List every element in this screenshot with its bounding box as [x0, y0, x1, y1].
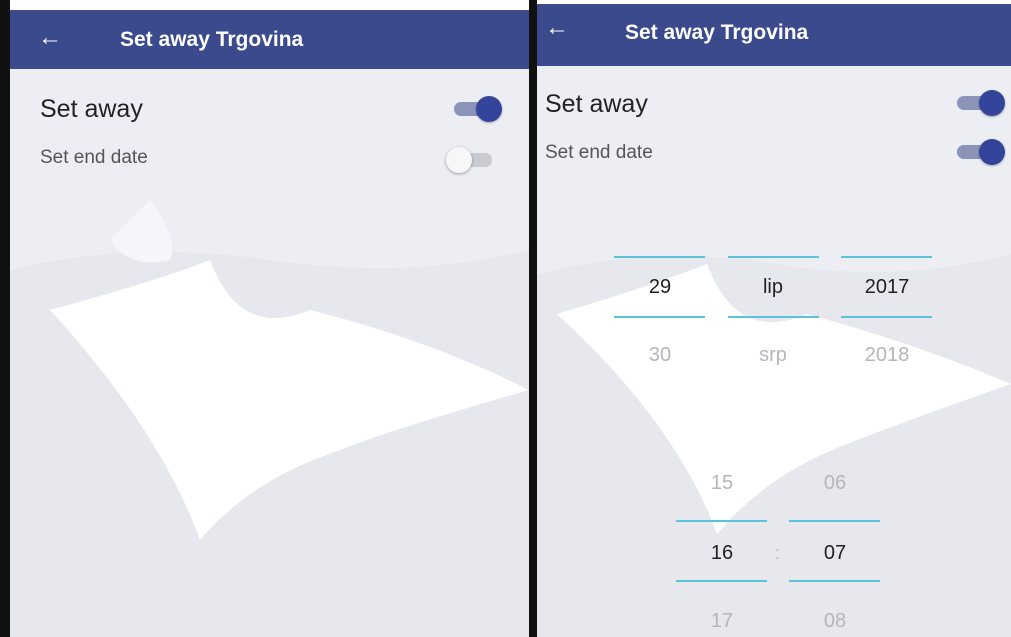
set-away-toggle[interactable] [454, 96, 504, 122]
back-arrow-icon[interactable]: ← [38, 26, 62, 50]
app-bar: ← Set away Trgovina [10, 10, 529, 69]
toggle-thumb [979, 139, 1005, 165]
month-wheel-bottom-line [728, 316, 819, 318]
frame-border-left [0, 0, 10, 637]
minute-previous[interactable]: 06 [790, 472, 880, 495]
hour-previous[interactable]: 15 [677, 472, 767, 495]
year-next[interactable]: 2018 [842, 344, 932, 367]
year-wheel-top-line [841, 256, 932, 258]
month-selected[interactable]: lip [728, 276, 818, 299]
year-wheel-bottom-line [841, 316, 932, 318]
day-selected[interactable]: 29 [615, 276, 705, 299]
year-selected[interactable]: 2017 [842, 276, 932, 299]
month-next[interactable]: srp [728, 344, 818, 367]
month-wheel-top-line [728, 256, 819, 258]
app-bar: ← Set away Trgovina [537, 4, 1011, 66]
toggle-thumb [476, 96, 502, 122]
set-end-date-toggle[interactable] [957, 139, 1007, 165]
hour-wheel-top-line [676, 520, 767, 522]
set-end-date-toggle[interactable] [446, 147, 496, 173]
set-end-date-label: Set end date [40, 147, 148, 168]
minute-wheel-top-line [789, 520, 880, 522]
set-end-date-label: Set end date [545, 142, 653, 163]
page-title: Set away Trgovina [120, 28, 304, 51]
minute-next[interactable]: 08 [790, 610, 880, 633]
set-away-label: Set away [40, 95, 143, 123]
hour-next[interactable]: 17 [677, 610, 767, 633]
set-away-label: Set away [545, 90, 648, 118]
toggle-thumb [979, 90, 1005, 116]
day-next[interactable]: 30 [615, 344, 705, 367]
screen-right: ← Set away Trgovina Set away Set end dat… [537, 4, 1011, 637]
screen-divider [529, 0, 537, 637]
toggle-thumb [446, 147, 472, 173]
day-wheel-top-line [614, 256, 705, 258]
day-wheel-bottom-line [614, 316, 705, 318]
page-title: Set away Trgovina [625, 21, 809, 44]
back-arrow-icon[interactable]: ← [545, 16, 569, 40]
hour-selected[interactable]: 16 [677, 542, 767, 565]
hour-wheel-bottom-line [676, 580, 767, 582]
set-away-toggle[interactable] [957, 90, 1007, 116]
minute-wheel-bottom-line [789, 580, 880, 582]
minute-selected[interactable]: 07 [790, 542, 880, 565]
screen-left: ← Set away Trgovina Set away Set end dat… [10, 10, 529, 637]
time-separator: : [775, 543, 781, 563]
